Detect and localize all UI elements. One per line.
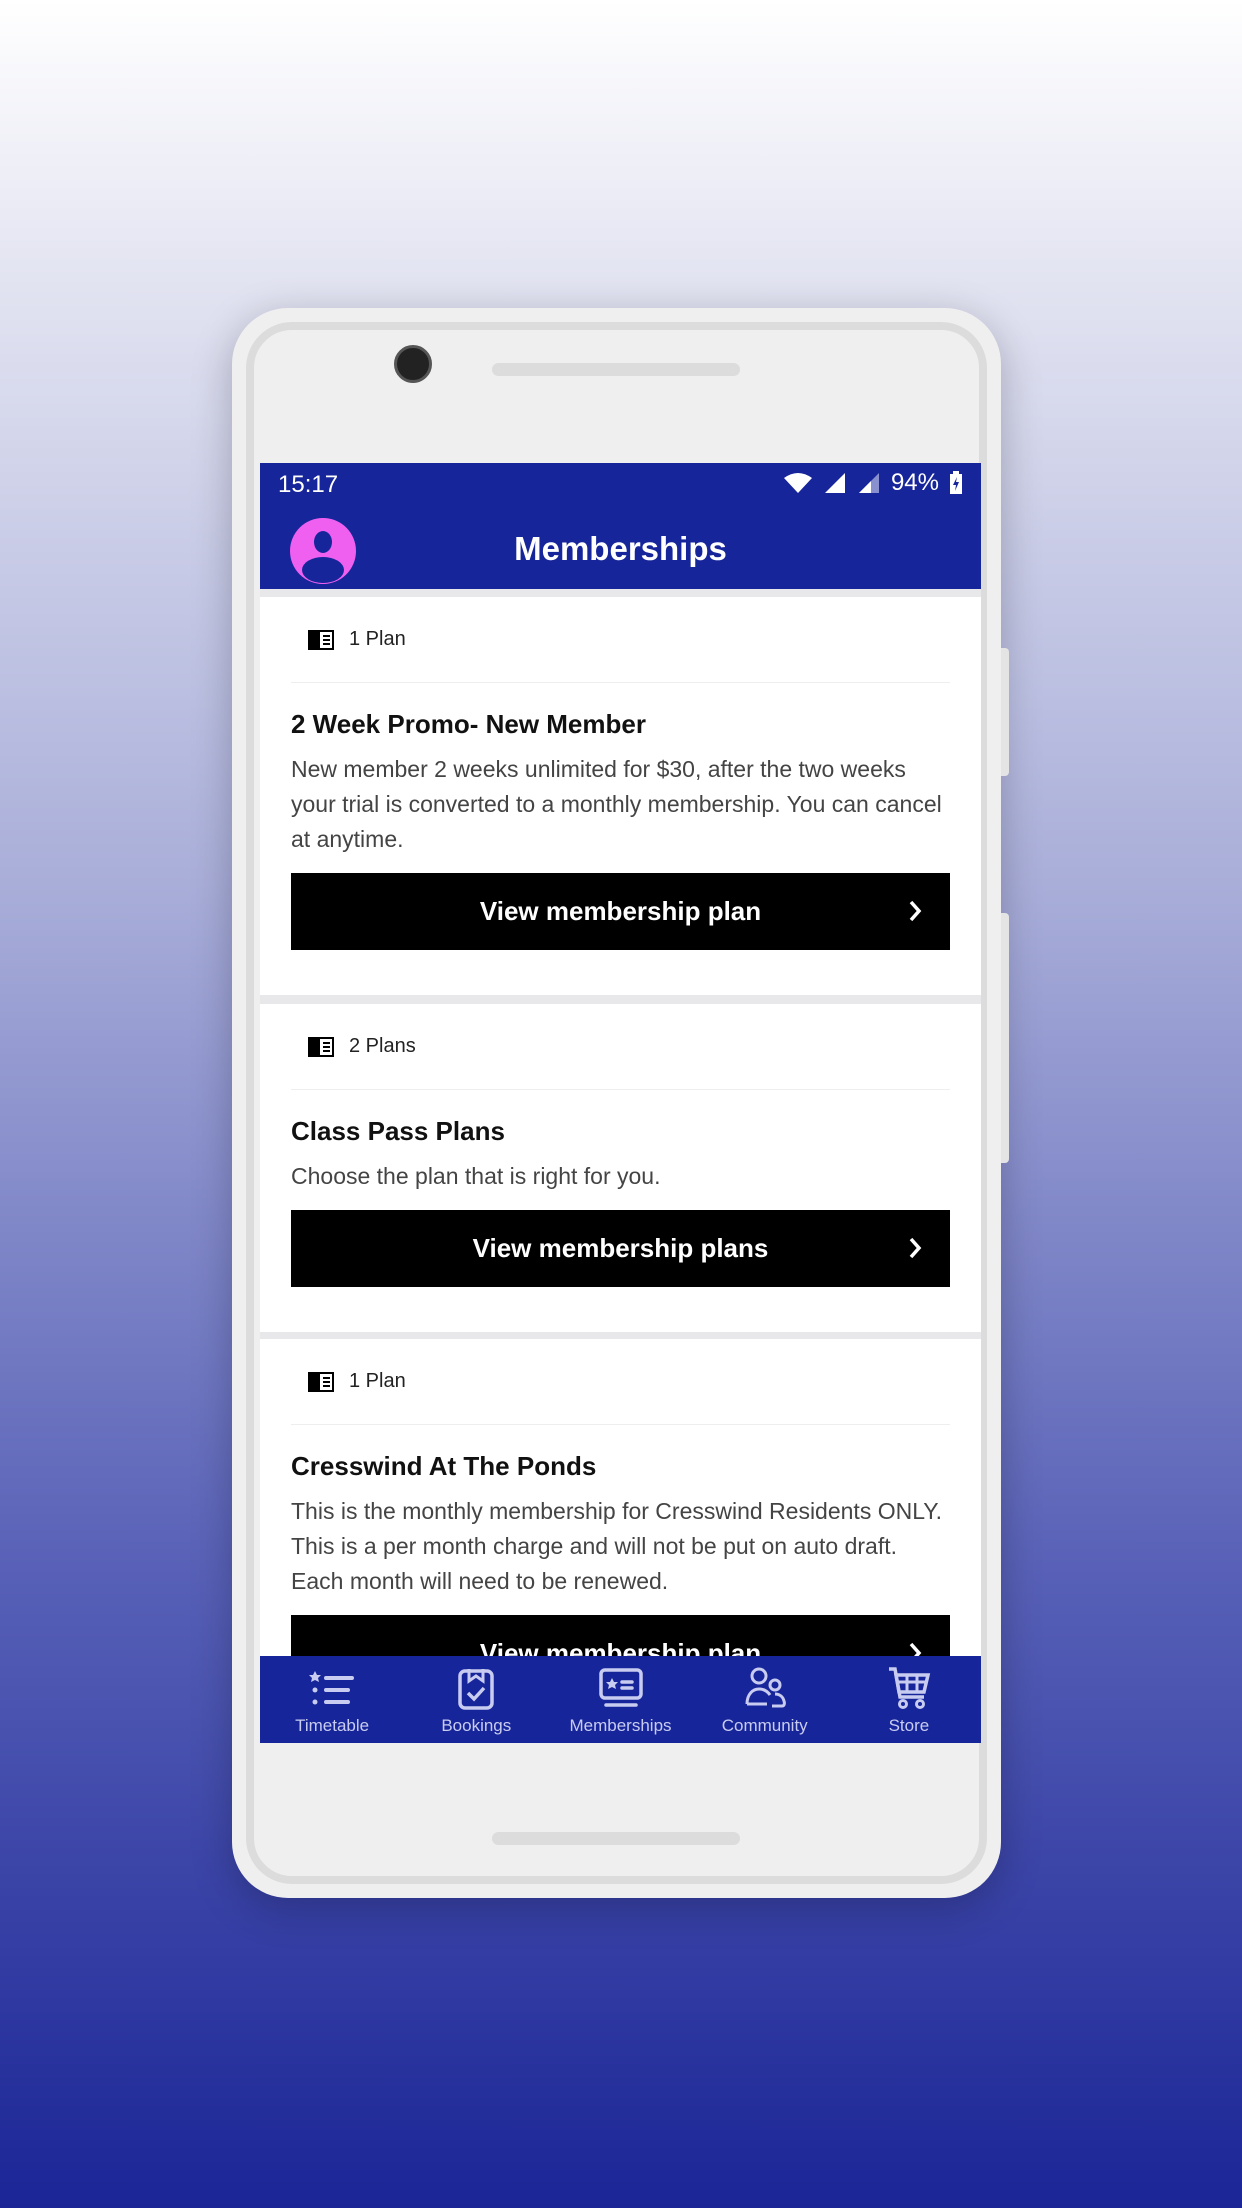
nav-store[interactable]: Store	[837, 1656, 981, 1743]
button-label: View membership plan	[479, 896, 762, 926]
plan-count: 1 Plan	[349, 1370, 406, 1392]
view-membership-plans-button[interactable]: View membership plans	[291, 1210, 950, 1287]
membership-card: 2 Plans Class Pass Plans Choose the plan…	[260, 1004, 981, 1332]
plan-card-icon	[308, 1371, 334, 1392]
nav-label: Bookings	[441, 1716, 512, 1735]
battery-charging-icon	[950, 471, 962, 494]
view-membership-plan-button[interactable]: View membership plan	[291, 873, 950, 950]
speaker-grille	[492, 363, 740, 376]
plan-card-icon	[308, 1036, 334, 1057]
status-bar: 15:17 94%	[260, 463, 981, 510]
card-title: Class Pass Plans	[291, 1116, 505, 1146]
volume-button	[1001, 648, 1009, 776]
nav-community[interactable]: Community	[693, 1656, 837, 1743]
signal-icon	[858, 473, 879, 493]
card-title: Cresswind At The Ponds	[291, 1451, 597, 1481]
card-description: New member 2 weeks unlimited for $30, af…	[291, 756, 942, 852]
app-screen: 15:17 94% Memberships 1 Plan 2 Week Prom…	[260, 463, 981, 1743]
cart-icon	[888, 1667, 931, 1709]
card-description: This is the monthly membership for Cress…	[291, 1498, 943, 1594]
chevron-right-icon	[909, 900, 922, 922]
bottom-nav: Timetable Bookings Memberships Community…	[260, 1656, 981, 1743]
membership-card: 1 Plan 2 Week Promo- New Member New memb…	[260, 597, 981, 995]
people-icon	[745, 1667, 786, 1708]
clipboard-check-icon	[458, 1669, 495, 1710]
page-title: Memberships	[514, 530, 727, 567]
nav-label: Store	[888, 1716, 930, 1735]
nav-label: Timetable	[295, 1716, 370, 1735]
plan-count: 2 Plans	[349, 1035, 416, 1057]
nav-label: Memberships	[569, 1716, 672, 1735]
signal-icon	[824, 473, 845, 493]
membership-card-icon	[598, 1668, 643, 1707]
wifi-icon	[783, 473, 812, 493]
plan-card-icon	[308, 629, 334, 650]
list-star-icon	[309, 1671, 355, 1705]
power-button	[1001, 913, 1009, 1163]
nav-memberships[interactable]: Memberships	[548, 1656, 692, 1743]
nav-label: Community	[721, 1716, 808, 1735]
status-time: 15:17	[278, 471, 339, 498]
home-bar	[492, 1832, 740, 1845]
app-bar: Memberships	[260, 510, 981, 589]
nav-timetable[interactable]: Timetable	[260, 1656, 404, 1743]
plan-count: 1 Plan	[349, 628, 406, 650]
camera-icon	[394, 345, 432, 383]
chevron-right-icon	[909, 1237, 922, 1259]
nav-bookings[interactable]: Bookings	[404, 1656, 548, 1743]
card-description: Choose the plan that is right for you.	[291, 1163, 661, 1189]
card-title: 2 Week Promo- New Member	[291, 709, 646, 739]
button-label: View membership plans	[472, 1233, 769, 1263]
battery-percent: 94%	[890, 469, 939, 496]
